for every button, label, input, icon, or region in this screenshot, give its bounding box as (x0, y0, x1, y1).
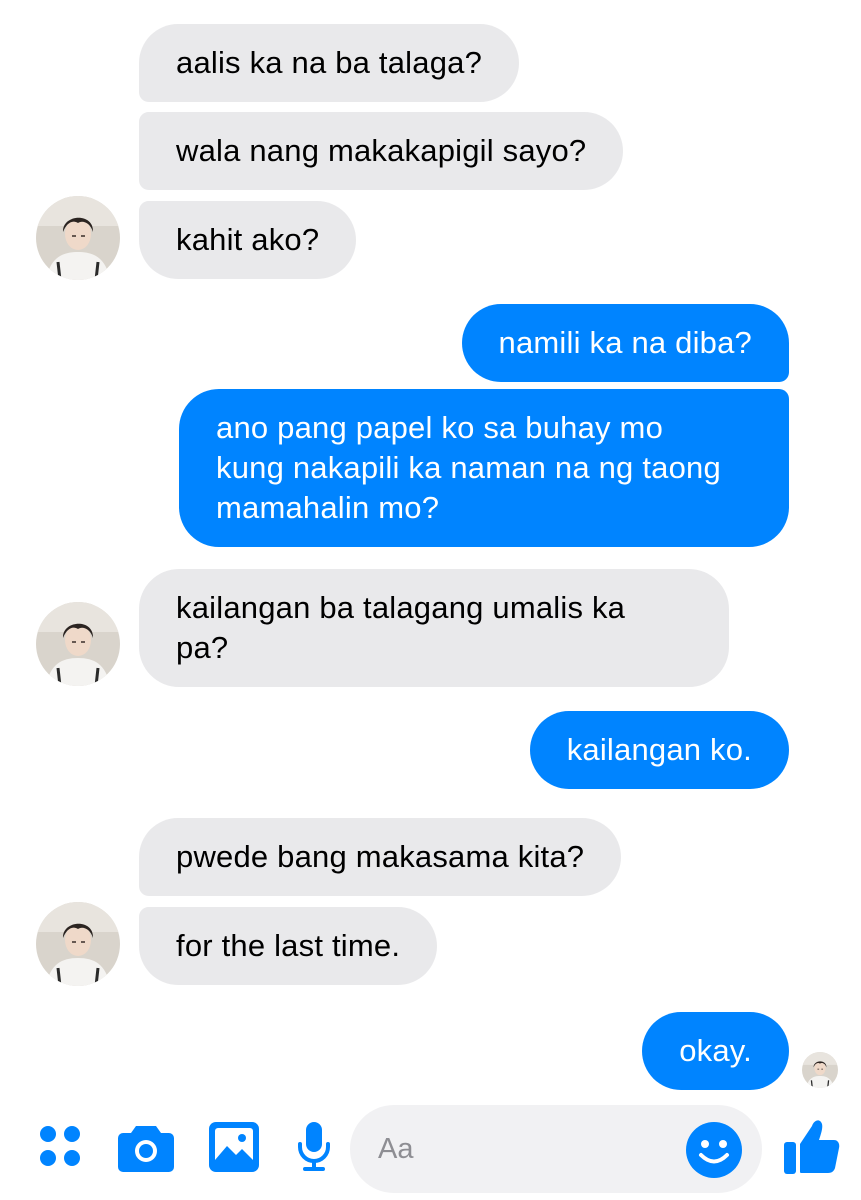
message-bubble-incoming[interactable]: pwede bang makasama kita? (139, 818, 622, 896)
message-bubble-incoming[interactable]: wala nang makakapigil sayo? (139, 112, 624, 190)
message-text-line: kung nakapili ka naman na ng taong (216, 450, 721, 485)
contact-avatar[interactable] (36, 902, 120, 986)
message-text-line: mamahalin mo? (216, 490, 440, 525)
message-text: aalis ka na ba talaga? (176, 45, 483, 80)
message-text: okay. (679, 1033, 752, 1068)
message-bubble-outgoing[interactable]: namili ka na diba? (461, 304, 789, 382)
message-bubble-incoming[interactable]: kailangan ba talagang umalis ka pa? (139, 569, 729, 687)
message-bubble-incoming[interactable]: kahit ako? (139, 201, 357, 279)
seen-receipt-avatar (802, 1052, 838, 1088)
message-bubble-incoming[interactable]: for the last time. (139, 907, 438, 985)
message-text: namili ka na diba? (498, 325, 752, 360)
camera-icon[interactable] (118, 1122, 174, 1172)
message-text: for the last time. (176, 928, 401, 963)
message-input-placeholder: Aa (378, 1133, 414, 1165)
message-text-line: ano pang papel ko sa buhay mo (216, 410, 664, 445)
microphone-icon[interactable] (297, 1122, 331, 1172)
contact-avatar[interactable] (36, 602, 120, 686)
message-text-line: pa? (176, 630, 229, 665)
message-input[interactable]: Aa (350, 1105, 762, 1193)
message-bubble-outgoing[interactable]: okay. (642, 1012, 789, 1090)
message-text: kailangan ko. (566, 732, 752, 767)
apps-icon[interactable] (38, 1124, 82, 1168)
message-text: pwede bang makasama kita? (176, 839, 585, 874)
message-bubble-outgoing[interactable]: ano pang papel ko sa buhay mo kung nakap… (179, 389, 789, 547)
message-bubble-outgoing[interactable]: kailangan ko. (529, 711, 789, 789)
message-text: wala nang makakapigil sayo? (176, 133, 587, 168)
message-text-line: kailangan ba talagang umalis ka (176, 590, 626, 625)
emoji-icon[interactable] (686, 1122, 742, 1178)
message-bubble-incoming[interactable]: aalis ka na ba talaga? (139, 24, 520, 102)
gallery-icon[interactable] (209, 1122, 259, 1172)
contact-avatar[interactable] (36, 196, 120, 280)
message-text: kahit ako? (176, 222, 320, 257)
thumbs-up-icon[interactable] (784, 1116, 840, 1176)
